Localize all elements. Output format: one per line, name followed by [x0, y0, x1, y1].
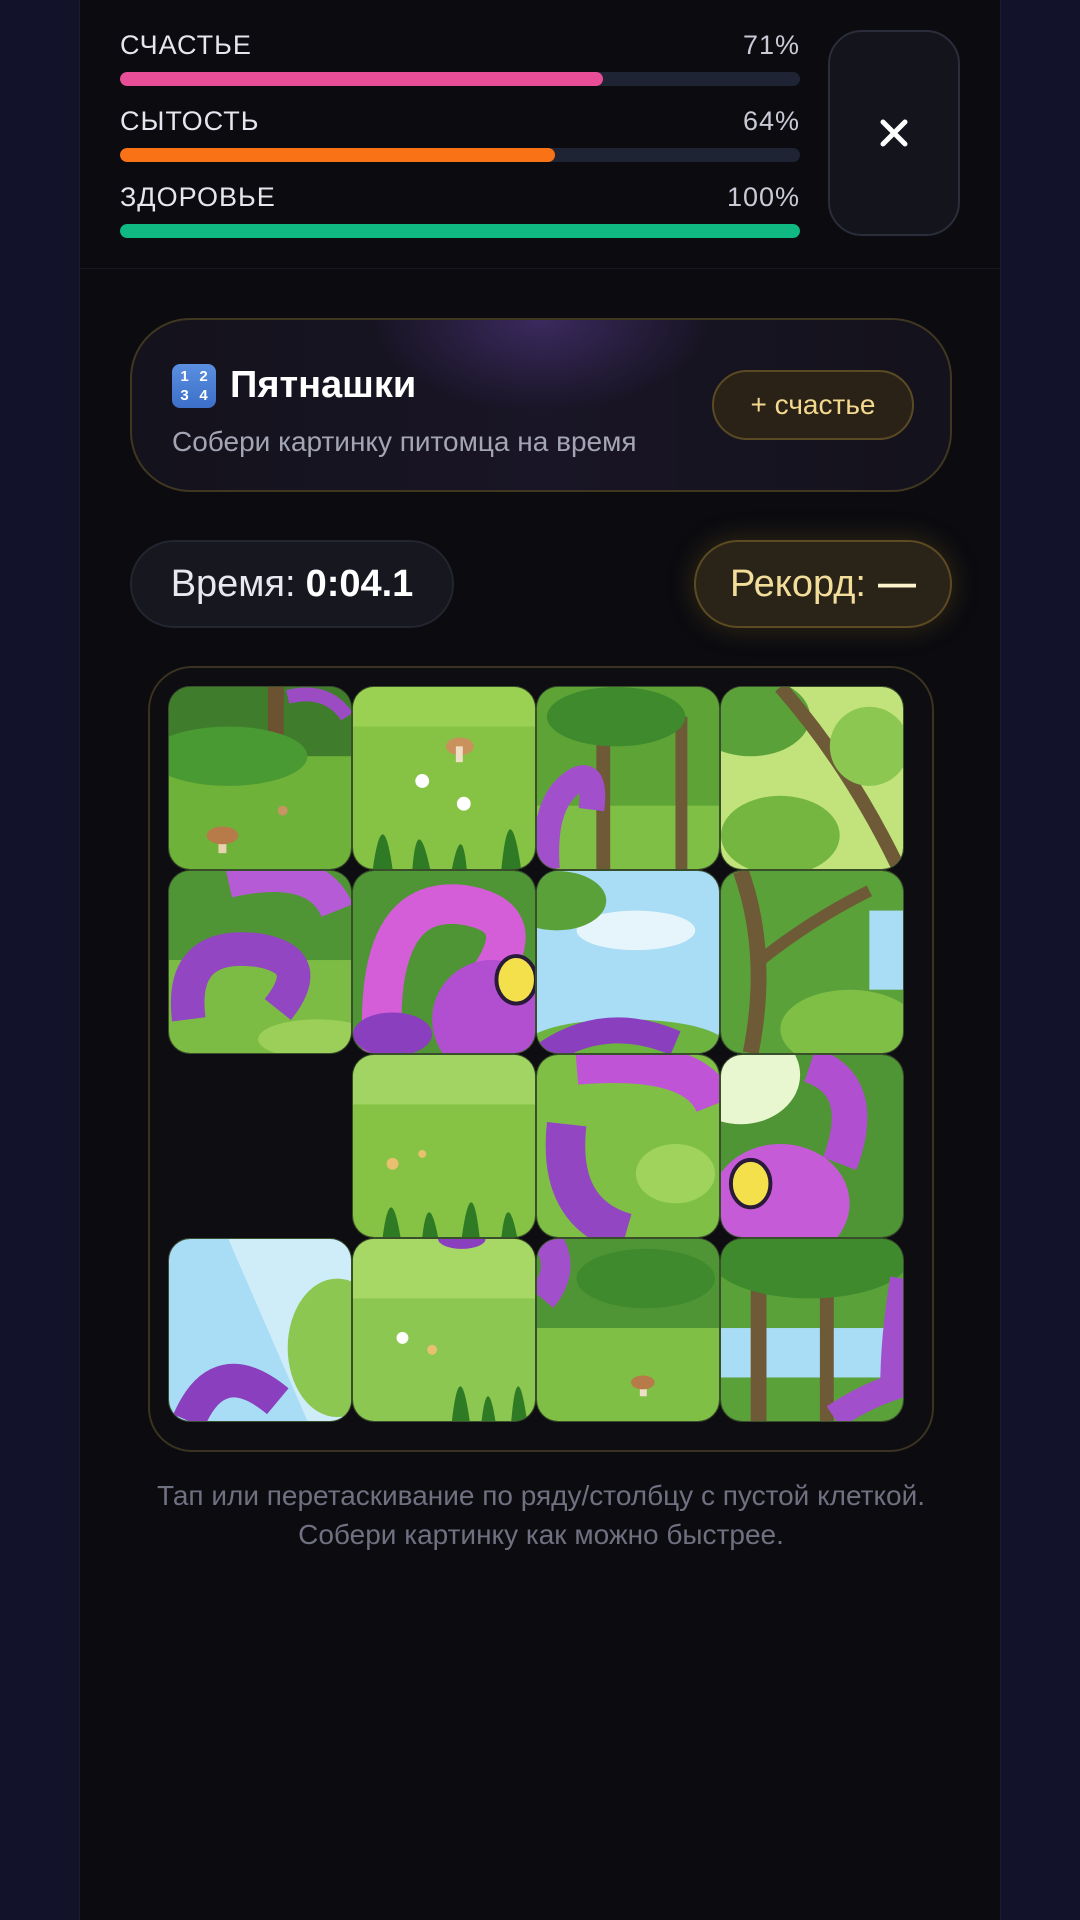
puzzle-tile[interactable]	[536, 1238, 720, 1422]
puzzle-tile[interactable]	[352, 1054, 536, 1238]
record-value: —	[878, 562, 916, 605]
stat-bar	[120, 148, 800, 162]
app-container: СЧАСТЬЕ 71% СЫТОСТЬ 64% ЗДОРОВЬЕ 100% 1 …	[79, 0, 1001, 1920]
puzzle-tile[interactable]	[168, 686, 352, 870]
icon-digit: 3	[180, 387, 189, 404]
icon-digit: 2	[199, 368, 208, 385]
puzzle-tile[interactable]	[536, 1054, 720, 1238]
stat-name: СЫТОСТЬ	[120, 106, 260, 136]
stat-happiness: СЧАСТЬЕ 71%	[120, 26, 800, 102]
reward-badge: + счастье	[712, 370, 914, 440]
instructions-text: Тап или перетаскивание по ряду/столбцу с…	[156, 1480, 926, 1550]
puzzle-tile[interactable]	[720, 1054, 904, 1238]
close-icon	[880, 119, 908, 147]
puzzle-tile[interactable]	[720, 870, 904, 1054]
icon-digit: 4	[199, 387, 208, 404]
stat-bar	[120, 72, 800, 86]
timer-value: 0:04.1	[305, 562, 414, 605]
stat-health: ЗДОРОВЬЕ 100%	[120, 178, 800, 254]
icon-digit: 1	[180, 368, 189, 385]
stat-bar-fill	[120, 148, 556, 162]
stat-bar-fill	[120, 224, 800, 238]
timer-label: Время:	[170, 562, 296, 605]
pet-stats: СЧАСТЬЕ 71% СЫТОСТЬ 64% ЗДОРОВЬЕ 100%	[120, 26, 800, 254]
puzzle-tile[interactable]	[352, 686, 536, 870]
puzzle-tile[interactable]	[168, 870, 352, 1054]
stat-value: 71%	[742, 30, 800, 60]
puzzle-tile[interactable]	[536, 686, 720, 870]
puzzle-tile[interactable]	[720, 1238, 904, 1422]
puzzle-tile[interactable]	[536, 870, 720, 1054]
puzzle-board	[148, 666, 934, 1452]
stat-name: ЗДОРОВЬЕ	[120, 182, 276, 212]
stat-name: СЧАСТЬЕ	[120, 30, 252, 60]
game-info-card: 1 2 3 4 Пятнашки Собери картинку питомца…	[130, 318, 952, 492]
puzzle-tile[interactable]	[168, 1238, 352, 1422]
puzzle-tile[interactable]	[352, 870, 536, 1054]
close-button[interactable]	[828, 30, 960, 236]
stat-bar	[120, 224, 800, 238]
stat-value: 100%	[726, 182, 800, 212]
puzzle-tile[interactable]	[352, 1238, 536, 1422]
stat-value: 64%	[742, 106, 800, 136]
keycap-1234-icon: 1 2 3 4	[172, 364, 216, 408]
header-divider	[80, 268, 1000, 269]
stat-bar-fill	[120, 72, 603, 86]
stat-satiety: СЫТОСТЬ 64%	[120, 102, 800, 178]
timer-pill: Время: 0:04.1	[130, 540, 454, 628]
game-subtitle: Собери картинку питомца на время	[172, 426, 637, 457]
game-title: Пятнашки	[230, 364, 417, 406]
record-label: Рекорд:	[730, 562, 866, 605]
puzzle-tile[interactable]	[720, 686, 904, 870]
record-pill: Рекорд: —	[694, 540, 952, 628]
